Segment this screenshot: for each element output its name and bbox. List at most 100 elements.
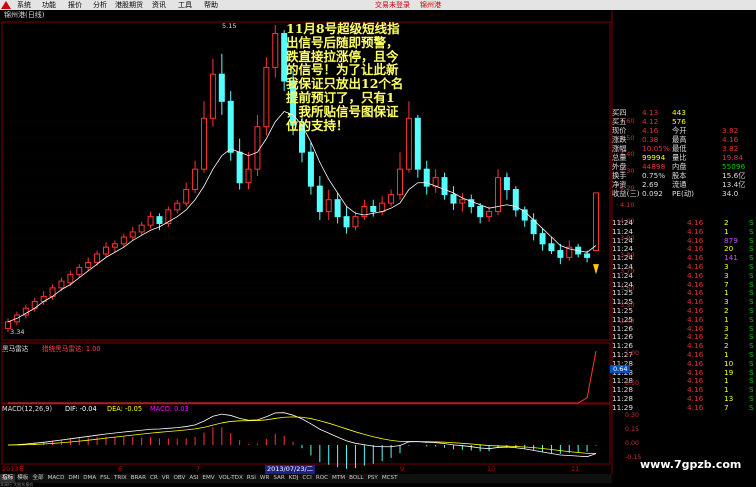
candle-body — [352, 216, 359, 228]
tick-row[interactable]: 11:24 4.16 879 S — [612, 236, 756, 246]
indicator-tab-dma[interactable]: DMA — [81, 474, 98, 483]
macd-tick-1: 0.15 — [625, 426, 640, 433]
candle-body — [174, 202, 181, 211]
tick-row[interactable]: 11:28 4.16 13 S — [612, 394, 756, 404]
indicator-tab-cr[interactable]: CR — [148, 474, 160, 483]
quote-cell: 买四 — [612, 108, 627, 117]
quote-cell: 4.12 — [642, 117, 659, 126]
candle-body — [557, 250, 564, 258]
macd-tick-0: 0.30 — [625, 412, 640, 419]
indicator-tab-mcst[interactable]: MCST — [380, 474, 400, 483]
tick-row[interactable]: 11:26 4.16 2 S — [612, 333, 756, 342]
tick-row[interactable]: 11:25 4.16 1 S — [612, 315, 756, 325]
stock-name-link[interactable]: 锦州港 — [420, 0, 441, 10]
indicator1-tick-mid: 0.50 — [625, 380, 640, 387]
indicator1-name: 黑马雷达 — [2, 345, 29, 353]
tick-cell: 4.16 — [687, 402, 704, 412]
indicator-tab-boll[interactable]: BOLL — [347, 474, 365, 483]
menu-item-analysis[interactable]: 分析 — [93, 0, 107, 10]
menu-bar: 系统 功能 报价 分析 港股期货 资讯 工具 帮助 交易未登录 锦州港 — [0, 0, 756, 10]
high-price-label: 5.15 — [222, 22, 237, 30]
candle-body — [58, 280, 65, 289]
macd-dif: DIF: -0.04 — [65, 405, 97, 413]
tick-row[interactable]: 11:25 4.16 2 S — [612, 306, 756, 316]
quote-cell: 量比 — [672, 153, 687, 162]
candle-body — [192, 168, 199, 191]
indicator-tab-asi[interactable]: ASI — [187, 474, 200, 483]
tick-row[interactable]: 11:25 4.16 1 S — [612, 289, 756, 298]
tick-row[interactable]: 11:24 4.16 2 S — [612, 218, 756, 228]
quote-cell: 2.69 — [642, 180, 659, 189]
candle-body — [548, 243, 555, 252]
candle-body — [147, 216, 154, 226]
indicator-tab-trix[interactable]: TRIX — [112, 474, 129, 483]
signal-ad-overlay: 11月8号超级短线指 出信号后随即预警， 跌直接拉涨停，且今 的信号！为了让此新… — [286, 22, 404, 132]
date-label-11: 11 — [571, 465, 580, 473]
quote-cell: 0.38 — [642, 135, 659, 144]
quote-cell: 外盘 — [612, 162, 627, 171]
tick-row[interactable]: 11:24 4.16 7 S — [612, 280, 756, 290]
tick-row[interactable]: 11:24 4.16 3 S — [612, 271, 756, 281]
indicator-tab-fsl[interactable]: FSL — [98, 474, 112, 483]
tick-row[interactable]: 11:28 4.16 10 S — [612, 359, 756, 369]
indicator-tab-vol-tdx[interactable]: VOL-TDX — [217, 474, 245, 483]
tick-row[interactable]: 11:24 4.16 3 S — [612, 262, 756, 272]
indicator-tab-cci[interactable]: CCI — [300, 474, 313, 483]
quote-row: 外盘 44898 内盘 55096 — [612, 162, 756, 171]
indicator-tab-brar[interactable]: BRAR — [129, 474, 148, 483]
macd-dea: DEA: -0.05 — [107, 405, 143, 413]
tick-row[interactable]: 11:284.1619S — [612, 368, 756, 378]
quote-cell: 13.4亿 — [722, 180, 746, 189]
indicator-tab-psy[interactable]: PSY — [365, 474, 379, 483]
tick-row[interactable]: 11:24 4.16 141 S — [612, 253, 756, 263]
menu-item-tools[interactable]: 工具 — [178, 0, 192, 10]
quote-cell: 44898 — [642, 162, 666, 171]
candle-body — [103, 246, 109, 255]
candle-body — [334, 199, 341, 218]
indicator-tab-emv[interactable]: EMV — [200, 474, 216, 483]
indicator-tab-sar[interactable]: SAR — [271, 474, 286, 483]
chart-title: 锦州港(日线) — [0, 10, 610, 21]
indicator-tab-macd[interactable]: MACD — [46, 474, 67, 483]
quote-cell: 19.84 — [722, 153, 743, 162]
candle-body — [263, 66, 270, 128]
candle-body — [459, 199, 466, 204]
candle-body — [209, 73, 216, 119]
indicator-tab-wr[interactable]: WR — [258, 474, 271, 483]
macd-tick-3: -0.15 — [625, 454, 642, 461]
trade-login-link[interactable]: 交易未登录 — [375, 0, 410, 10]
tick-row[interactable]: 11:26 4.16 3 S — [612, 324, 756, 334]
candle-body — [316, 185, 323, 213]
app-logo-icon — [1, 1, 11, 9]
quote-cell: 内盘 — [672, 162, 687, 171]
tick-row[interactable]: 11:25 4.16 3 S — [612, 297, 756, 307]
indicator-tab-kdj[interactable]: KDJ — [287, 474, 301, 483]
low-price-label: 3.34 — [10, 328, 25, 336]
indicator-tab-roc[interactable]: ROC — [314, 474, 330, 483]
menu-item-quote[interactable]: 报价 — [68, 0, 82, 10]
candle-body — [477, 205, 484, 218]
tick-row[interactable]: 11:28 4.16 1 S — [612, 385, 756, 395]
menu-item-help[interactable]: 帮助 — [204, 0, 218, 10]
candle-body — [503, 177, 510, 191]
indicator-tab-obv[interactable]: OBV — [171, 474, 187, 483]
candle-body — [218, 73, 225, 102]
candle-body — [111, 243, 118, 248]
menu-item-function[interactable]: 功能 — [42, 0, 56, 10]
menu-item-news[interactable]: 资讯 — [152, 0, 166, 10]
date-year: 2013年 — [2, 465, 26, 473]
menu-item-hk-futures[interactable]: 港股期货 — [115, 0, 143, 10]
indicator-tab-dmi[interactable]: DMI — [66, 474, 81, 483]
watermark: www.7gpzb.com — [640, 458, 742, 471]
candle-body — [245, 168, 252, 184]
indicator-tab-mtm[interactable]: MTM — [330, 474, 347, 483]
quote-cell: 34.0 — [722, 189, 739, 198]
quote-row: 涨幅 10.05% 最低 3.82 — [612, 144, 756, 153]
candle-body — [94, 253, 101, 263]
indicator-tab-vr[interactable]: VR — [160, 474, 172, 483]
indicator-tab-rsi[interactable]: RSI — [245, 474, 258, 483]
status-bar: 本周行 大股东报价 — [0, 483, 612, 487]
quote-cell: 10.05% — [642, 144, 670, 153]
price-axis-tick: 4.10 — [620, 200, 635, 209]
menu-item-system[interactable]: 系统 — [17, 0, 31, 10]
